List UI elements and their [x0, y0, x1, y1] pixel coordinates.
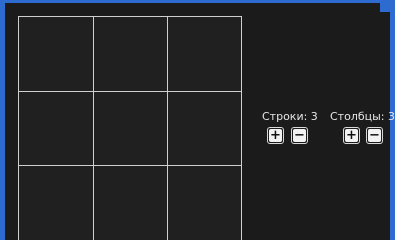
- plus-icon: +: [269, 128, 282, 143]
- add-column-button[interactable]: +: [343, 127, 360, 144]
- grid-cell-r2-c3[interactable]: [168, 92, 241, 166]
- grid-cell-r3-c3[interactable]: [168, 166, 241, 240]
- rows-label: Строки: 3: [262, 110, 318, 123]
- grid-cell-r2-c1[interactable]: [19, 92, 94, 166]
- window-frame-top: [0, 0, 395, 3]
- grid-cell-r3-c1[interactable]: [19, 166, 94, 240]
- minus-icon: −: [293, 128, 306, 143]
- grid-cell-r1-c1[interactable]: [19, 17, 94, 92]
- add-row-button[interactable]: +: [267, 127, 284, 144]
- grid-cell-r2-c2[interactable]: [94, 92, 168, 166]
- grid-cell-r1-c3[interactable]: [168, 17, 241, 92]
- app-window: Строки: 3 Столбцы: 3 + − + −: [0, 0, 395, 240]
- remove-row-button[interactable]: −: [291, 127, 308, 144]
- grid-board: [18, 16, 242, 240]
- window-frame-left: [0, 0, 5, 240]
- minus-icon: −: [368, 128, 381, 143]
- columns-label: Столбцы: 3: [330, 110, 395, 123]
- plus-icon: +: [345, 128, 358, 143]
- remove-column-button[interactable]: −: [366, 127, 383, 144]
- grid-cell-r3-c2[interactable]: [94, 166, 168, 240]
- grid-cell-r1-c2[interactable]: [94, 17, 168, 92]
- window-frame-corner: [380, 0, 395, 12]
